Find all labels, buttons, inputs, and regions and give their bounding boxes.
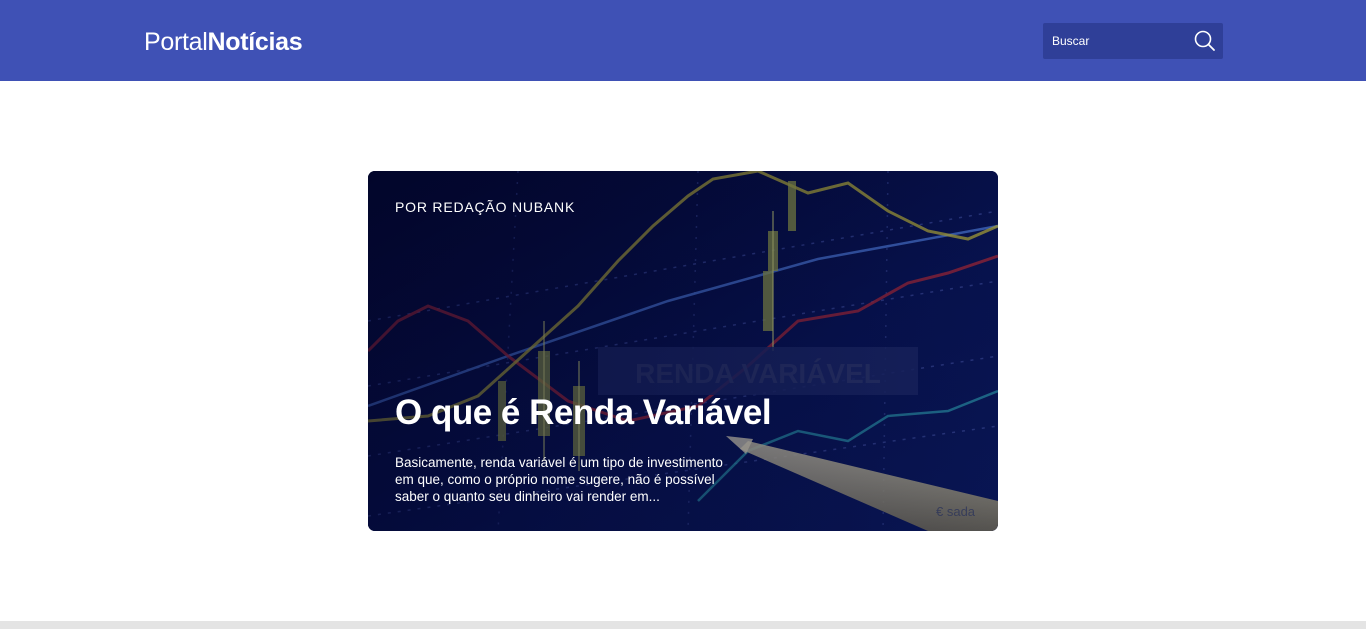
article-excerpt: Basicamente, renda variável é um tipo de… <box>395 455 723 504</box>
site-logo[interactable]: PortalNotícias <box>144 27 303 57</box>
logo-portal-text: Portal <box>144 28 208 56</box>
search-input[interactable] <box>1043 23 1189 59</box>
search-icon <box>1194 30 1215 51</box>
article-title[interactable]: O que é Renda Variável <box>395 393 772 433</box>
featured-article-card[interactable]: RENDA VARIÁVEL € sada POR REDAÇÃO NUBANK… <box>368 171 998 531</box>
article-author: POR REDAÇÃO NUBANK <box>395 199 576 215</box>
search-box <box>1043 23 1223 59</box>
footer-divider <box>0 621 1366 629</box>
top-header: PortalNotícias <box>0 0 1366 81</box>
search-button[interactable] <box>1191 27 1219 55</box>
logo-noticias-text: Notícias <box>207 28 303 56</box>
